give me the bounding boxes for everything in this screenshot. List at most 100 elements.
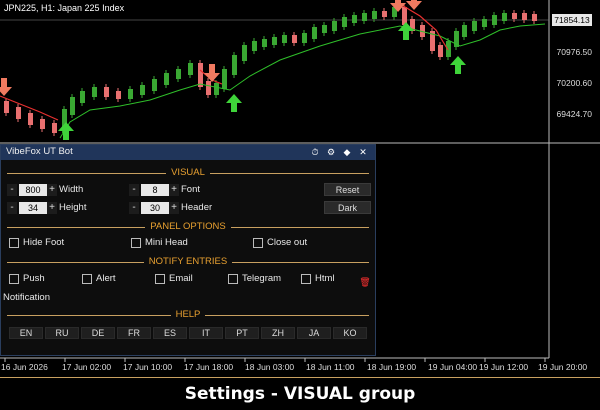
candle-body [438, 45, 443, 57]
lang-button-pt[interactable]: PT [225, 327, 259, 339]
diamond-icon[interactable]: ◆ [341, 146, 353, 158]
width-decrement-button[interactable]: - [7, 184, 17, 196]
width-increment-button[interactable]: + [47, 184, 57, 196]
lang-button-fr[interactable]: FR [117, 327, 151, 339]
checkbox-box[interactable] [155, 274, 165, 284]
trading-screen: JPN225, H1: Japan 225 Index 71854.13 709… [0, 0, 600, 409]
candle-body [522, 13, 527, 20]
lang-button-en[interactable]: EN [9, 327, 43, 339]
height-input[interactable]: 34 [19, 202, 47, 214]
gear-icon[interactable]: ⚙ [325, 146, 337, 158]
candle-body [214, 83, 219, 95]
push-checkbox[interactable]: Push [9, 273, 69, 285]
alert-checkbox[interactable]: Alert [82, 273, 142, 285]
screenshot-caption: Settings - VISUAL group [0, 377, 600, 409]
checkbox-box[interactable] [131, 238, 141, 248]
telegram-checkbox[interactable]: Telegram [228, 273, 298, 285]
header-increment-button[interactable]: + [169, 202, 179, 214]
candle-body [492, 15, 497, 25]
candle-body [232, 55, 237, 75]
header-input[interactable]: 30 [141, 202, 169, 214]
checkbox-box[interactable] [82, 274, 92, 284]
lang-button-ko[interactable]: KO [333, 327, 367, 339]
section-panel-options-label: PANEL OPTIONS [145, 221, 231, 232]
time-axis-label: 18 Jun 11:00 [306, 362, 355, 372]
price-axis-label: 70200.60 [556, 78, 592, 88]
font-increment-button[interactable]: + [169, 184, 179, 196]
close-out-checkbox[interactable]: Close out [253, 237, 353, 249]
html-checkbox[interactable]: Html [301, 273, 351, 285]
lang-button-de[interactable]: DE [81, 327, 115, 339]
candle-body [4, 101, 9, 113]
section-panel-options: PANEL OPTIONS [7, 221, 369, 233]
candle-body [206, 81, 211, 95]
alert-label: Alert [96, 273, 116, 284]
font-label: Font [181, 184, 201, 195]
candle-body [462, 25, 467, 37]
height-increment-button[interactable]: + [47, 202, 57, 214]
lang-button-es[interactable]: ES [153, 327, 187, 339]
candle-body [164, 73, 169, 85]
font-input[interactable]: 8 [141, 184, 169, 196]
lang-button-ja[interactable]: JA [297, 327, 331, 339]
reset-button[interactable]: Reset [324, 183, 371, 196]
time-axis-label: 19 Jun 20:00 [538, 362, 588, 372]
width-label: Width [59, 184, 84, 195]
time-axis-label: 19 Jun 12:00 [479, 362, 529, 372]
candle-body [342, 17, 347, 27]
checkbox-box[interactable] [253, 238, 263, 248]
candle-body [252, 41, 257, 51]
candle-body [282, 35, 287, 43]
close-out-label: Close out [267, 237, 308, 248]
candle-body [198, 63, 203, 87]
height-stepper: - 34 + Height [7, 202, 127, 214]
checkbox-box[interactable] [9, 238, 19, 248]
width-stepper: - 800 + Width [7, 184, 127, 196]
candle-body [92, 87, 97, 97]
buy-signal-arrow [450, 56, 466, 74]
candle-body [472, 21, 477, 31]
time-axis-label: 17 Jun 02:00 [62, 362, 112, 372]
section-help-label: HELP [170, 309, 206, 320]
candle-body [302, 33, 307, 43]
current-price-tag: 71854.13 [552, 14, 592, 26]
section-help: HELP [7, 309, 369, 321]
checkbox-box[interactable] [9, 274, 19, 284]
close-icon[interactable]: ✕ [357, 146, 369, 158]
candle-body [322, 25, 327, 33]
section-visual-label: VISUAL [166, 167, 210, 178]
candle-body [104, 87, 109, 97]
trash-icon[interactable]: 🗑 [359, 276, 371, 288]
email-checkbox[interactable]: Email [155, 273, 215, 285]
dark-button[interactable]: Dark [324, 201, 371, 214]
header-decrement-button[interactable]: - [129, 202, 139, 214]
font-decrement-button[interactable]: - [129, 184, 139, 196]
checkbox-box[interactable] [228, 274, 238, 284]
candle-body [332, 21, 337, 31]
candle-body [222, 69, 227, 89]
candle-body [502, 13, 507, 21]
candle-body [532, 14, 537, 21]
settings-panel: VibeFox UT Bot ⏱ ⚙ ◆ ✕ VISUAL - 800 + Wi… [0, 144, 376, 356]
clock-icon[interactable]: ⏱ [309, 146, 321, 158]
hide-foot-checkbox[interactable]: Hide Foot [9, 237, 109, 249]
chart-title: JPN225, H1: Japan 225 Index [4, 3, 125, 13]
candle-body [16, 107, 21, 119]
time-axis-label: 17 Jun 10:00 [123, 362, 173, 372]
time-axis-label: 18 Jun 19:00 [367, 362, 417, 372]
notification-label: Notification [3, 292, 50, 303]
telegram-label: Telegram [242, 273, 282, 284]
lang-button-zh[interactable]: ZH [261, 327, 295, 339]
mini-head-checkbox[interactable]: Mini Head [131, 237, 231, 249]
section-notify-label: NOTIFY ENTRIES [143, 256, 233, 267]
candle-body [242, 45, 247, 61]
lang-button-it[interactable]: IT [189, 327, 223, 339]
height-decrement-button[interactable]: - [7, 202, 17, 214]
candle-body [152, 79, 157, 91]
lang-button-ru[interactable]: RU [45, 327, 79, 339]
email-label: Email [169, 273, 193, 284]
width-input[interactable]: 800 [19, 184, 47, 196]
checkbox-box[interactable] [301, 274, 311, 284]
candle-body [312, 27, 317, 39]
panel-titlebar[interactable]: VibeFox UT Bot ⏱ ⚙ ◆ ✕ [1, 145, 375, 160]
